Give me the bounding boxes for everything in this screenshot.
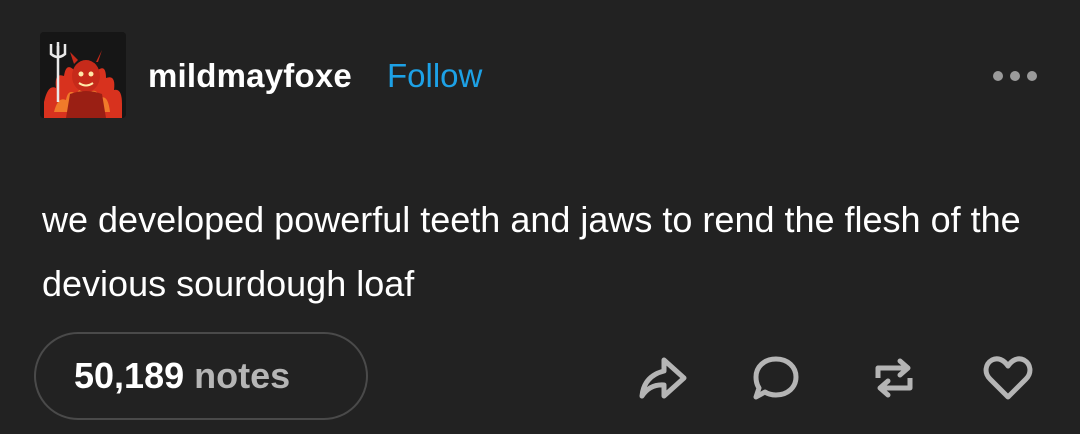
- reblog-button[interactable]: [866, 350, 922, 406]
- like-button[interactable]: [980, 350, 1036, 406]
- more-options-icon[interactable]: [990, 66, 1040, 86]
- follow-button[interactable]: Follow: [387, 56, 482, 96]
- notes-count: 50,189: [74, 355, 185, 396]
- reply-button[interactable]: [748, 350, 804, 406]
- share-button[interactable]: [634, 350, 690, 406]
- notes-button[interactable]: 50,189 notes: [34, 332, 368, 420]
- post-card: mildmayfoxe Follow we developed powerful…: [0, 0, 1080, 434]
- share-icon: [639, 357, 687, 399]
- username[interactable]: mildmayfoxe: [148, 56, 352, 96]
- user-avatar[interactable]: [40, 32, 126, 118]
- post-body-text: we developed powerful teeth and jaws to …: [42, 199, 1021, 304]
- devil-avatar-image: [40, 32, 126, 118]
- reblog-icon: [875, 358, 913, 398]
- notes-label: notes: [194, 355, 291, 396]
- reply-icon: [753, 356, 799, 400]
- heart-icon: [983, 356, 1033, 400]
